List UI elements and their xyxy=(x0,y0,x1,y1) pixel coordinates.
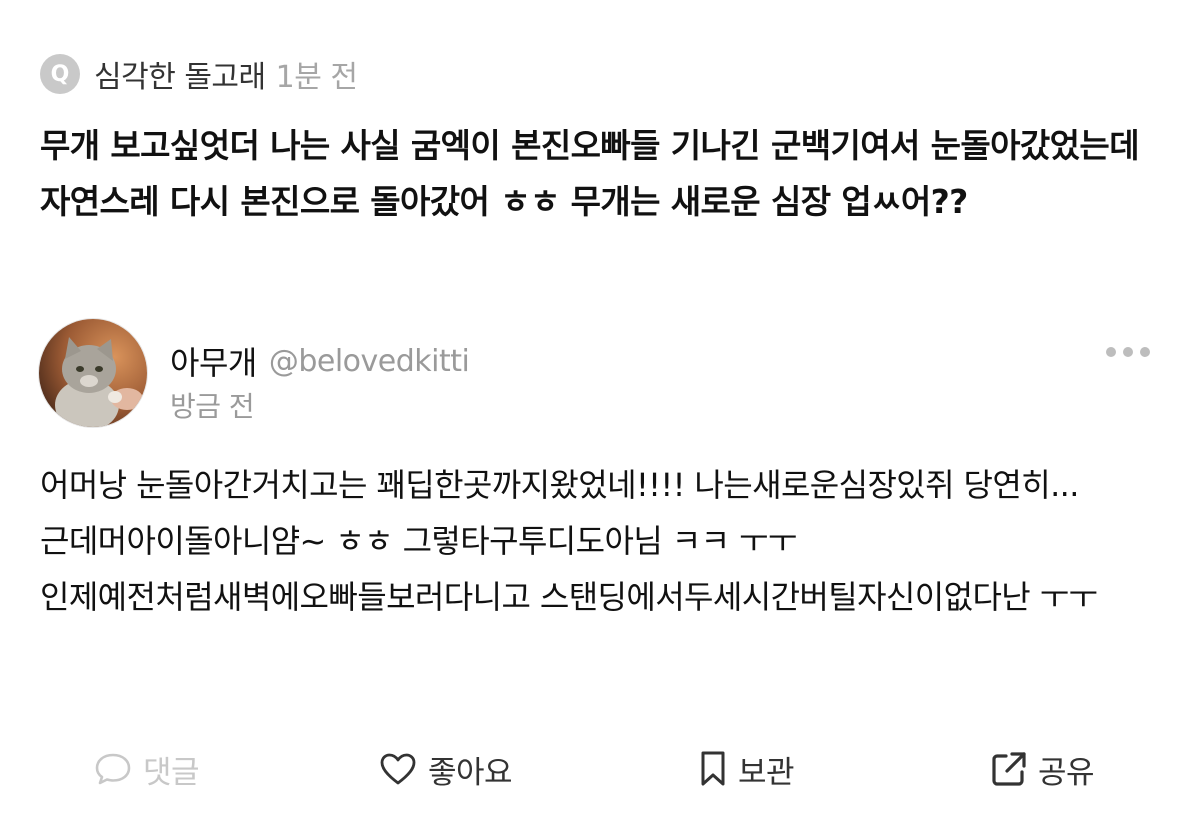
dot-icon xyxy=(1140,347,1150,357)
answer-time: 방금 전 xyxy=(170,390,255,423)
save-button[interactable]: 보관 xyxy=(698,745,795,793)
save-label: 보관 xyxy=(738,754,795,791)
answer-author-handle[interactable]: @belovedkitti xyxy=(269,344,470,379)
question-badge-icon: Q xyxy=(40,54,80,94)
answer-text: 어머낭 눈돌아간거치고는 꽤딥한곳까지왔었네!!!! 나는새로운심장있쥐 당연히… xyxy=(40,466,1098,616)
heart-icon xyxy=(380,753,416,785)
answer-author-row: 아무개 @belovedkitti xyxy=(170,338,470,384)
dot-icon xyxy=(1123,347,1133,357)
avatar[interactable] xyxy=(38,318,148,428)
like-button[interactable]: 좋아요 xyxy=(378,745,513,793)
like-label: 좋아요 xyxy=(428,754,513,791)
share-button[interactable]: 공유 xyxy=(990,745,1095,793)
dot-icon xyxy=(1106,347,1116,357)
speech-bubble-icon xyxy=(95,753,131,785)
share-label: 공유 xyxy=(1038,754,1095,791)
question-header: Q 심각한 돌고래 1분 전 xyxy=(40,52,358,96)
cat-photo-avatar-icon xyxy=(39,319,147,427)
share-icon xyxy=(992,752,1026,786)
comment-button[interactable]: 댓글 xyxy=(93,745,200,793)
more-options-button[interactable] xyxy=(1106,340,1150,364)
comment-label: 댓글 xyxy=(143,754,200,791)
question-time: 1분 전 xyxy=(275,60,358,95)
question-text: 무개 보고싶엇더 나는 사실 굼엑이 본진오빠들 기나긴 군백기여서 눈돌아갔었… xyxy=(40,126,1140,221)
bookmark-icon xyxy=(701,751,725,786)
answer-author-name[interactable]: 아무개 xyxy=(170,338,257,384)
question-author: 심각한 돌고래 xyxy=(94,60,266,95)
